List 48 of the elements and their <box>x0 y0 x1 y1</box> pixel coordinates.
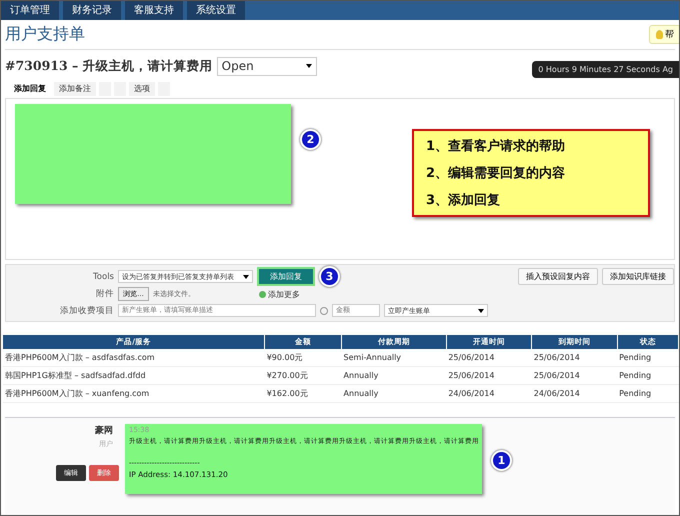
table-cell: 25/06/2014 <box>446 349 532 366</box>
table-cell: Semi-Annually <box>342 349 446 366</box>
add-more-link[interactable]: 添加更多 <box>259 288 300 300</box>
table-cell: 25/06/2014 <box>446 366 532 384</box>
nav-tab[interactable]: 订单管理 <box>1 1 59 20</box>
step-marker: 1 <box>491 450 512 471</box>
table-cell: Pending <box>617 384 678 402</box>
caret-icon <box>243 274 249 278</box>
table-cell: 25/06/2014 <box>532 349 618 366</box>
tab[interactable]: 添加备注 <box>54 82 96 96</box>
ticket-title: #730913 – 升级主机，请计算费用 <box>5 58 213 74</box>
table-cell: 香港PHP600M入门款 – asdfasdfas.com <box>3 349 265 366</box>
add-reply-button[interactable]: 添加回复 <box>257 267 315 286</box>
help-button[interactable]: 帮 <box>649 25 679 44</box>
page-title: 用户支持单 <box>5 24 85 45</box>
nav-tab[interactable]: 客服支持 <box>125 1 183 20</box>
table-cell: Pending <box>617 366 678 384</box>
insert-preset-button[interactable]: 插入预设回复内容 <box>518 268 598 285</box>
table-cell: 24/06/2014 <box>446 384 532 402</box>
status-select[interactable]: Open <box>216 56 317 76</box>
table-cell: ¥162.00元 <box>264 384 342 402</box>
instruction-line: 3、添加回复 <box>426 192 502 209</box>
lightbulb-icon <box>656 30 663 39</box>
table-cell: Pending <box>617 349 678 366</box>
table-cell: ¥270.00元 <box>264 366 342 384</box>
plus-icon <box>259 290 266 298</box>
instruction-line: 1、查看客户请求的帮助 <box>426 138 566 155</box>
table-cell: ¥90.00元 <box>264 349 342 366</box>
table-cell: 香港PHP600M入门款 – xuanfeng.com <box>3 384 265 402</box>
caret-icon <box>478 308 484 313</box>
step-marker: 3 <box>319 266 340 287</box>
elapsed-time: 0 Hours 9 Minutes 27 Seconds Ag <box>532 60 679 78</box>
table-cell: 韩国PHP1G标准型 – sadfsadfad.dfdd <box>3 366 265 384</box>
author-name: 豪网 <box>95 424 114 437</box>
table-cell: Annually <box>342 384 446 402</box>
instruction-line: 2、编辑需要回复的内容 <box>426 164 566 182</box>
knowledge-link-button[interactable]: 添加知识库链接 <box>602 268 674 285</box>
tools-label: Tools <box>92 272 114 282</box>
table-cell: 25/06/2014 <box>532 366 618 384</box>
table-cell: Annually <box>342 366 446 384</box>
nav-tab[interactable]: 财务记录 <box>63 1 121 20</box>
caret-icon <box>306 64 312 68</box>
step-marker: 2 <box>300 129 321 150</box>
attachment-label: 附件 <box>95 288 114 300</box>
billing-label: 添加收费项目 <box>59 304 114 317</box>
tab[interactable]: 选项 <box>129 82 155 96</box>
nav-tab[interactable]: 系统设置 <box>187 1 245 20</box>
table-cell: 24/06/2014 <box>532 384 618 402</box>
